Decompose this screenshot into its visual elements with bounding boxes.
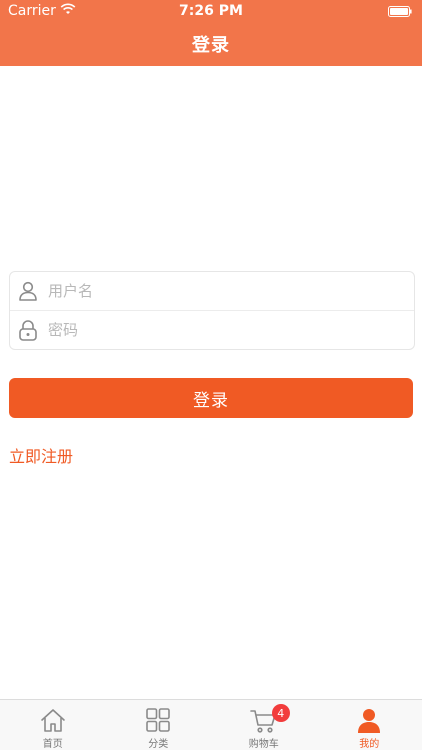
user-icon [354,706,384,734]
tab-mine[interactable]: 我的 [317,700,422,750]
username-row [10,272,414,311]
user-outline-icon [17,280,39,302]
tab-category-label: 分类 [148,739,169,750]
register-link[interactable]: 立即注册 [9,443,73,467]
login-button[interactable]: 登录 [9,378,413,418]
tab-category[interactable]: 分类 [106,700,212,750]
home-icon [38,706,68,734]
tab-bar: 首页 分类 4 购物车 我的 [0,699,422,750]
app-root: Carrier 7:26 PM 登录 用户名 登录 立即注册 首页 分类 4 购… [0,0,422,750]
password-row [10,311,414,349]
login-form [9,271,415,350]
grid-icon [143,706,173,734]
lock-icon [17,319,39,341]
tab-home[interactable]: 首页 [0,700,106,750]
status-time: 7:26 PM [179,3,243,19]
username-input[interactable] [46,276,406,306]
tab-cart-label: 购物车 [248,739,279,750]
header-bar: Carrier 7:26 PM 登录 [0,0,422,66]
tab-home-label: 首页 [42,739,63,750]
cart-badge: 4 [271,704,290,722]
tab-cart[interactable]: 4 购物车 [211,700,317,750]
page-title: 登录 [192,35,230,56]
password-input[interactable] [46,315,406,345]
battery-icon [388,5,412,17]
tab-mine-label: 我的 [359,739,380,750]
status-bar: Carrier 7:26 PM [0,0,422,22]
